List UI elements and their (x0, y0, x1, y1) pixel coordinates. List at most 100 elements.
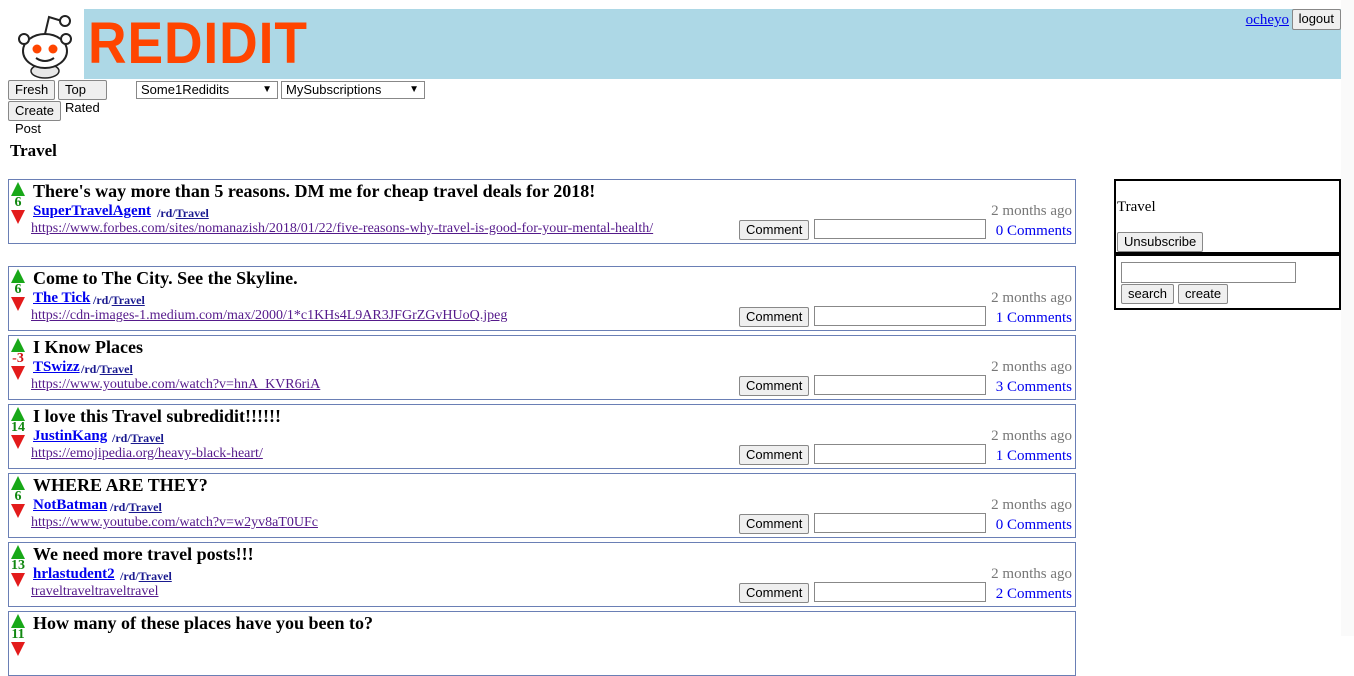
post-title[interactable]: Come to The City. See the Skyline. (33, 268, 298, 288)
comment-button[interactable]: Comment (739, 445, 810, 465)
comment-input[interactable] (814, 444, 986, 464)
username-link[interactable]: ocheyo (1246, 12, 1289, 29)
comment-count-link[interactable]: 3 Comments (996, 379, 1072, 396)
post-card: 13 We need more travel posts!!! hrlastuden… (8, 542, 1076, 607)
unsubscribe-button[interactable]: Unsubscribe (1117, 232, 1204, 252)
post-subredidit: /rd/Travel (120, 569, 172, 584)
comment-button[interactable]: Comment (739, 376, 810, 396)
search-button[interactable]: search (1121, 284, 1175, 304)
search-input[interactable] (1121, 262, 1296, 283)
create-button[interactable]: create (1178, 284, 1229, 304)
top-rated-button[interactable]: Top Rated (58, 80, 107, 115)
downvote-arrow-icon[interactable] (11, 297, 25, 311)
post-url-link[interactable]: traveltraveltraveltravel (31, 584, 158, 600)
post-author-link[interactable]: TSwizz (33, 359, 80, 376)
post-card: 6 WHERE ARE THEY? NotBatman/rd/Travel 2 mon… (8, 473, 1076, 538)
post-title[interactable]: How many of these places have you been t… (33, 613, 373, 633)
post-url-link[interactable]: https://cdn-images-1.medium.com/max/2000… (31, 308, 507, 324)
post-subredidit: /rd/Travel (112, 431, 164, 446)
downvote-arrow-icon[interactable] (11, 435, 25, 449)
comment-count-link[interactable]: 1 Comments (996, 310, 1072, 327)
post-age: 2 months ago (991, 290, 1072, 306)
comment-input[interactable] (814, 375, 986, 395)
fresh-button[interactable]: Fresh (8, 80, 56, 100)
logout-button[interactable]: logout (1291, 9, 1341, 30)
page-scrollbar[interactable] (1341, 0, 1354, 636)
comment-input[interactable] (814, 513, 986, 533)
post-author-link[interactable]: The Tick (33, 290, 90, 307)
post-subredidit: /rd/Travel (157, 206, 209, 221)
post-title[interactable]: I Know Places (33, 337, 143, 357)
downvote-arrow-icon[interactable] (11, 504, 25, 518)
subredidit-prefix: /rd/ (120, 569, 139, 583)
comment-input[interactable] (814, 219, 986, 239)
vote-control: -3 (11, 338, 25, 380)
vote-control: 6 (11, 182, 25, 224)
create-post-button[interactable]: Create Post (8, 101, 62, 136)
upvote-arrow-icon[interactable] (11, 182, 25, 196)
post-age: 2 months ago (991, 359, 1072, 375)
subredidit-link[interactable]: Travel (131, 431, 164, 445)
post-title[interactable]: I love this Travel subredidit!!!!!! (33, 406, 281, 426)
sidebar-title: Travel (1117, 199, 1156, 215)
comment-count-link[interactable]: 0 Comments (996, 517, 1072, 534)
comment-count-link[interactable]: 1 Comments (996, 448, 1072, 465)
search-panel: search create (1114, 254, 1341, 310)
upvote-arrow-icon[interactable] (11, 338, 25, 352)
upvote-arrow-icon[interactable] (11, 269, 25, 283)
subredidit-prefix: /rd/ (112, 431, 131, 445)
downvote-arrow-icon[interactable] (11, 210, 25, 224)
comment-button[interactable]: Comment (739, 514, 810, 534)
post-url-link[interactable]: https://www.forbes.com/sites/nomanazish/… (31, 221, 653, 237)
comment-button[interactable]: Comment (739, 220, 810, 240)
site-header: REDIDIT ocheyo logout (8, 9, 1341, 79)
post-age: 2 months ago (991, 203, 1072, 219)
post-title[interactable]: WHERE ARE THEY? (33, 475, 208, 495)
post-score: 6 (14, 195, 22, 210)
vote-control: 13 (11, 545, 25, 587)
subredidit-link[interactable]: Travel (100, 362, 133, 376)
post-score: 13 (11, 558, 25, 573)
post-score: 14 (11, 420, 25, 435)
post-url-link[interactable]: https://emojipedia.org/heavy-black-heart… (31, 446, 263, 462)
post-author-link[interactable]: JustinKang (33, 428, 107, 445)
comment-button[interactable]: Comment (739, 583, 810, 603)
post-card: 11 How many of these places have you been… (8, 611, 1076, 676)
comment-count-link[interactable]: 0 Comments (996, 223, 1072, 240)
post-card: 6 There's way more than 5 reasons. DM me … (8, 179, 1076, 244)
downvote-arrow-icon[interactable] (11, 573, 25, 587)
upvote-arrow-icon[interactable] (11, 476, 25, 490)
post-url-link[interactable]: https://www.youtube.com/watch?v=hnA_KVR6… (31, 377, 320, 393)
post-title[interactable]: We need more travel posts!!! (33, 544, 254, 564)
comment-button[interactable]: Comment (739, 307, 810, 327)
upvote-arrow-icon[interactable] (11, 407, 25, 421)
subscriptions-select[interactable]: MySubscriptions ▼ (281, 81, 425, 99)
vote-control: 6 (11, 476, 25, 518)
comment-count-link[interactable]: 2 Comments (996, 586, 1072, 603)
subredidit-link[interactable]: Travel (176, 206, 209, 220)
subscriptions-select-value: MySubscriptions (286, 82, 382, 97)
site-logo-text[interactable]: REDIDIT (88, 12, 308, 76)
subredidit-prefix: /rd/ (110, 500, 129, 514)
subredidit-select[interactable]: Some1Redidits ▼ (136, 81, 278, 99)
subredidit-link[interactable]: Travel (139, 569, 172, 583)
subredidit-link[interactable]: Travel (112, 293, 145, 307)
subredidit-link[interactable]: Travel (129, 500, 162, 514)
post-age: 2 months ago (991, 566, 1072, 582)
dropdown-arrow-icon: ▼ (409, 84, 419, 95)
post-url-link[interactable]: https://www.youtube.com/watch?v=w2yv8aT0… (31, 515, 318, 531)
post-author-link[interactable]: NotBatman (33, 497, 107, 514)
upvote-arrow-icon[interactable] (11, 614, 25, 628)
post-age: 2 months ago (991, 497, 1072, 513)
post-author-link[interactable]: SuperTravelAgent (33, 203, 151, 220)
post-author-link[interactable]: hrlastudent2 (33, 566, 115, 583)
comment-input[interactable] (814, 306, 986, 326)
post-title[interactable]: There's way more than 5 reasons. DM me f… (33, 181, 595, 201)
downvote-arrow-icon[interactable] (11, 366, 25, 380)
downvote-arrow-icon[interactable] (11, 642, 25, 656)
vote-control: 11 (11, 614, 25, 656)
vote-control: 14 (11, 407, 25, 449)
comment-input[interactable] (814, 582, 986, 602)
alien-logo-icon[interactable] (8, 9, 84, 79)
upvote-arrow-icon[interactable] (11, 545, 25, 559)
